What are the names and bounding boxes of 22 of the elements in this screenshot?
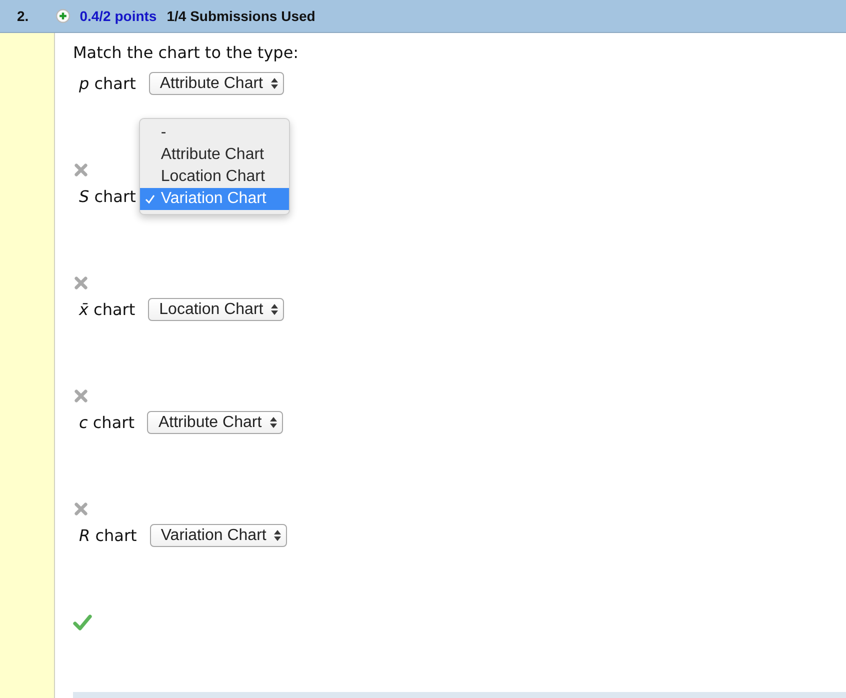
score-link[interactable]: 0.4/2 points <box>80 8 157 24</box>
chart-label: R chart <box>79 526 137 546</box>
dropdown-option[interactable]: Location Chart <box>140 166 289 188</box>
up-down-arrows-icon <box>270 417 277 428</box>
chart-label: p chart <box>79 74 136 94</box>
question-number: 2. <box>17 8 29 24</box>
check-icon <box>144 194 155 204</box>
chart-type-select[interactable]: Variation Chart <box>150 524 288 547</box>
chart-type-select[interactable]: Attribute Chart <box>148 72 284 95</box>
plus-icon <box>56 9 70 23</box>
chart-label: S chart <box>79 186 136 206</box>
chart-type-select[interactable]: Attribute Chart <box>147 411 283 434</box>
chart-label: c chart <box>79 412 134 432</box>
up-down-arrows-icon <box>271 304 278 315</box>
up-down-arrows-icon <box>274 530 282 541</box>
question-prompt: Match the chart to the type: <box>73 43 300 63</box>
dropdown-option[interactable]: Attribute Chart <box>140 144 289 166</box>
chart-label: x̄ chart <box>79 300 136 320</box>
submissions-count: 1/4 Submissions Used <box>166 8 316 24</box>
up-down-arrows-icon <box>271 78 278 89</box>
dropdown-option[interactable]: - <box>140 122 289 144</box>
chart-type-select[interactable]: Location Chart <box>148 298 284 321</box>
